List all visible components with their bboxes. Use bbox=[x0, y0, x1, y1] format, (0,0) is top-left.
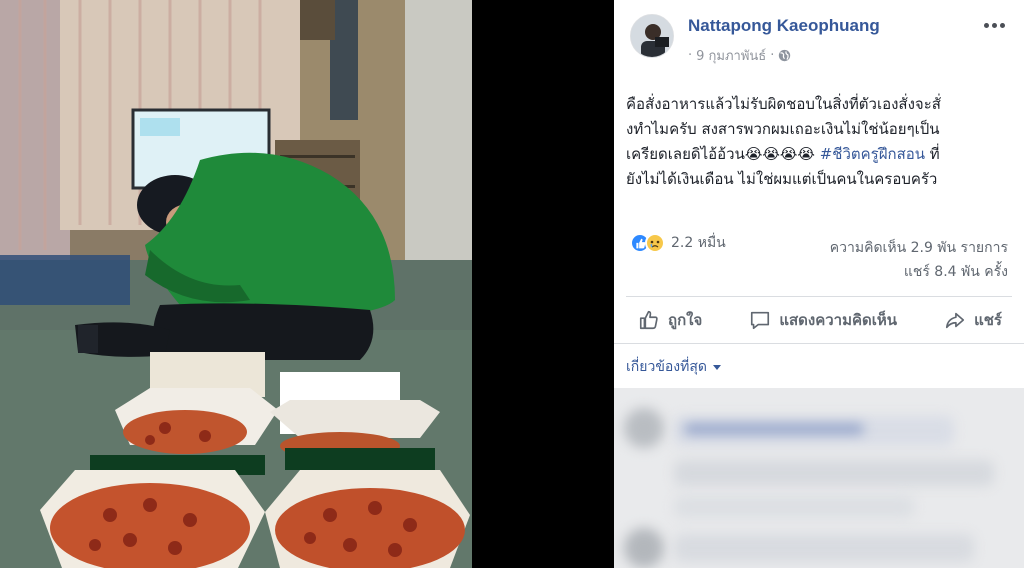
meta-separator-2: · bbox=[770, 48, 775, 63]
author-avatar[interactable] bbox=[630, 14, 674, 58]
divider bbox=[626, 296, 1012, 297]
like-label: ถูกใจ bbox=[668, 311, 703, 329]
comments-sort-label: เกี่ยวข้องที่สุด bbox=[626, 359, 708, 375]
thumb-up-icon bbox=[639, 310, 658, 330]
comment-icon bbox=[751, 311, 770, 330]
post-date[interactable]: 9 กุมภาพันธ์ bbox=[696, 45, 766, 66]
post-meta: · 9 กุมภาพันธ์ · bbox=[688, 45, 791, 66]
post-line-4: ยังไม่ได้เงินเดือน ไม่ใช่ผมแต่เป็นคนในคร… bbox=[626, 170, 938, 188]
globe-icon[interactable] bbox=[778, 49, 791, 62]
post-line-3-end: ที่ bbox=[925, 145, 940, 163]
post-panel: Nattapong Kaeophuang · 9 กุมภาพันธ์ · คื… bbox=[614, 0, 1024, 568]
post-line-1: คือสั่งอาหารแล้วไม่รับผิดชอบในสิ่งที่ตัว… bbox=[626, 95, 941, 113]
photo-illustration bbox=[0, 0, 472, 568]
share-icon bbox=[946, 312, 965, 329]
photo-viewer bbox=[0, 0, 614, 568]
post-photo[interactable] bbox=[0, 0, 472, 568]
post-line-2: งทำไมครับ สงสารพวกผมเถอะเงินไม่ใช่น้อยๆเ… bbox=[626, 120, 940, 138]
post-line-3: เครียดเลยดิไอ้อ้วน😭😭😭😭 bbox=[626, 145, 820, 163]
sad-reaction-icon bbox=[645, 233, 665, 253]
like-button[interactable]: ถูกใจ bbox=[638, 308, 702, 332]
share-label: แชร์ bbox=[974, 311, 1002, 329]
more-options-button[interactable] bbox=[984, 18, 1006, 32]
share-button[interactable]: แชร์ bbox=[944, 308, 1002, 332]
reactions-summary[interactable]: 2.2 หมื่น bbox=[630, 232, 726, 254]
author-name[interactable]: Nattapong Kaeophuang bbox=[688, 16, 880, 36]
avatar-image bbox=[631, 15, 673, 57]
shares-count[interactable]: แชร์ 8.4 พัน ครั้ง bbox=[830, 260, 1008, 284]
comments-sort-dropdown[interactable]: เกี่ยวข้องที่สุด bbox=[626, 356, 722, 378]
meta-separator: · bbox=[688, 48, 693, 63]
comment-label: แสดงความคิดเห็น bbox=[779, 311, 898, 329]
engagement-stats: ความคิดเห็น 2.9 พัน รายการ แชร์ 8.4 พัน … bbox=[830, 236, 1008, 284]
blurred-comments bbox=[614, 388, 1024, 568]
reactions-count: 2.2 หมื่น bbox=[671, 235, 726, 251]
more-icon bbox=[984, 22, 989, 28]
divider-2 bbox=[614, 343, 1024, 344]
dropdown-caret-icon bbox=[713, 364, 722, 370]
comments-count[interactable]: ความคิดเห็น 2.9 พัน รายการ bbox=[830, 236, 1008, 260]
comment-button[interactable]: แสดงความคิดเห็น bbox=[749, 308, 897, 332]
hashtag-link[interactable]: #ชีวิตครูฝึกสอน bbox=[820, 145, 925, 163]
action-bar: ถูกใจ แสดงความคิดเห็น แชร์ bbox=[626, 302, 1012, 338]
post-text: คือสั่งอาหารแล้วไม่รับผิดชอบในสิ่งที่ตัว… bbox=[626, 92, 1014, 192]
